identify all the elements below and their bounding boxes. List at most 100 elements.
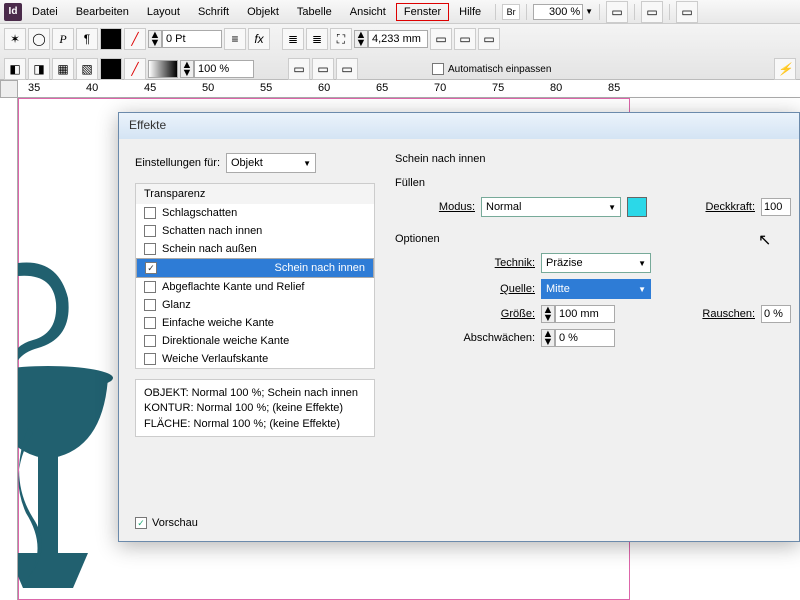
separator (669, 4, 670, 20)
tool-icon[interactable]: ▭ (288, 58, 310, 80)
dialog-title: Effekte (119, 113, 799, 139)
checkbox[interactable] (144, 243, 156, 255)
arrange-button[interactable]: ▭ (676, 1, 698, 23)
view-mode-button[interactable]: ▭ (606, 1, 628, 23)
checkbox[interactable] (144, 207, 156, 219)
checkbox[interactable] (144, 353, 156, 365)
stroke-swatch[interactable] (100, 28, 122, 50)
opacity-value[interactable] (761, 198, 791, 216)
zoom-input[interactable] (533, 4, 583, 20)
tool-icon[interactable]: ◯ (28, 28, 50, 50)
tool-icon[interactable]: ✶ (4, 28, 26, 50)
chevron-down-icon: ▼ (638, 285, 646, 294)
group-header[interactable]: Transparenz (136, 184, 374, 204)
auto-fit-checkbox[interactable] (432, 63, 444, 75)
checkbox[interactable] (144, 281, 156, 293)
separator (495, 4, 496, 20)
tool-icon[interactable]: ▧ (76, 58, 98, 80)
transparency-group: Transparenz Schlagschatten Schatten nach… (135, 183, 375, 369)
flash-icon[interactable]: ⚡ (774, 58, 796, 80)
chevron-down-icon: ▼ (638, 259, 646, 268)
preview-label: Vorschau (152, 517, 198, 529)
checkbox[interactable] (144, 335, 156, 347)
tool-icon[interactable]: ¶ (76, 28, 98, 50)
size-input[interactable]: ▲▼ (541, 305, 615, 323)
soften-field[interactable] (555, 329, 615, 347)
chevron-down-icon[interactable]: ▼ (585, 7, 593, 16)
checkbox[interactable]: ✓ (145, 262, 157, 274)
tool-icon[interactable]: ▭ (312, 58, 334, 80)
fill-swatch[interactable] (100, 58, 122, 80)
measurement[interactable]: ▲▼ (354, 30, 428, 48)
gradient-swatch[interactable] (148, 60, 178, 78)
menu-schrift[interactable]: Schrift (190, 3, 237, 21)
effect-schein-innen[interactable]: ✓Schein nach innen (136, 258, 374, 278)
opacity-label: Deckkraft: (675, 201, 755, 213)
tool-icon[interactable]: ▦ (52, 58, 74, 80)
color-swatch[interactable] (627, 197, 647, 217)
opacity[interactable]: ▲▼ (180, 60, 254, 78)
zoom-control[interactable]: ▼ (533, 4, 593, 20)
spinner-icon[interactable]: ▲▼ (180, 60, 194, 78)
no-stroke-icon[interactable]: ╱ (124, 28, 146, 50)
spinner-icon[interactable]: ▲▼ (541, 305, 555, 323)
tool-icon[interactable]: ▭ (430, 28, 452, 50)
no-fill-icon[interactable]: ╱ (124, 58, 146, 80)
spinner-icon[interactable]: ▲▼ (354, 30, 368, 48)
menu-fenster[interactable]: Fenster (396, 3, 449, 21)
screen-mode-button[interactable]: ▭ (641, 1, 663, 23)
checkbox[interactable] (144, 225, 156, 237)
preview-checkbox-row[interactable]: ✓ Vorschau (135, 517, 198, 529)
tool-icon[interactable]: ◧ (4, 58, 26, 80)
source-select[interactable]: Mitte ▼ (541, 279, 651, 299)
ruler-corner (0, 80, 18, 98)
separator (599, 4, 600, 20)
tool-icon[interactable]: ◨ (28, 58, 50, 80)
spinner-icon[interactable]: ▲▼ (541, 329, 555, 347)
technique-select[interactable]: Präzise ▼ (541, 253, 651, 273)
effect-direktionale-kante[interactable]: Direktionale weiche Kante (136, 332, 374, 350)
spinner-icon[interactable]: ▲▼ (148, 30, 162, 48)
checkbox[interactable] (144, 317, 156, 329)
fx-icon[interactable]: fx (248, 28, 270, 50)
menu-ansicht[interactable]: Ansicht (342, 3, 394, 21)
char-panel-icon[interactable]: P (52, 28, 74, 50)
effect-glanz[interactable]: Glanz (136, 296, 374, 314)
stroke-weight[interactable]: ▲▼ (148, 30, 222, 48)
opacity-input[interactable] (194, 60, 254, 78)
effect-einfache-kante[interactable]: Einfache weiche Kante (136, 314, 374, 332)
menu-objekt[interactable]: Objekt (239, 3, 287, 21)
tool-icon[interactable]: ▭ (336, 58, 358, 80)
effect-schlagschatten[interactable]: Schlagschatten (136, 204, 374, 222)
mm-input[interactable] (368, 30, 428, 48)
menu-tabelle[interactable]: Tabelle (289, 3, 340, 21)
menu-bearbeiten[interactable]: Bearbeiten (68, 3, 137, 21)
effect-schein-aussen[interactable]: Schein nach außen (136, 240, 374, 258)
tool-icon[interactable]: ≡ (224, 28, 246, 50)
separator (526, 4, 527, 20)
size-field[interactable] (555, 305, 615, 323)
effect-verlaufskante[interactable]: Weiche Verlaufskante (136, 350, 374, 368)
fit-frame-icon[interactable]: ⛶ (330, 28, 352, 50)
soften-input[interactable]: ▲▼ (541, 329, 615, 347)
stroke-weight-input[interactable] (162, 30, 222, 48)
br-button[interactable]: Br (502, 4, 520, 20)
effect-schatten-innen[interactable]: Schatten nach innen (136, 222, 374, 240)
blend-mode-select[interactable]: Normal ▼ (481, 197, 621, 217)
preview-checkbox[interactable]: ✓ (135, 517, 147, 529)
menu-hilfe[interactable]: Hilfe (451, 3, 489, 21)
menu-layout[interactable]: Layout (139, 3, 188, 21)
settings-for-label: Einstellungen für: (135, 157, 220, 169)
chevron-down-icon: ▼ (608, 203, 616, 212)
effect-kante-relief[interactable]: Abgeflachte Kante und Relief (136, 278, 374, 296)
control-toolbar: ✶ ◯ P ¶ ╱ ▲▼ ≡ fx ≣ ≣ ⛶ ▲▼ ▭ ▭ ▭ ◧ ◨ ▦ ▧… (0, 24, 800, 80)
tool-icon[interactable]: ▭ (478, 28, 500, 50)
align-icon[interactable]: ≣ (306, 28, 328, 50)
settings-target-select[interactable]: Objekt ▼ (226, 153, 316, 173)
noise-value[interactable] (761, 305, 791, 323)
tool-icon[interactable]: ▭ (454, 28, 476, 50)
technique-label: Technik: (395, 257, 535, 269)
checkbox[interactable] (144, 299, 156, 311)
align-icon[interactable]: ≣ (282, 28, 304, 50)
menu-datei[interactable]: Datei (24, 3, 66, 21)
